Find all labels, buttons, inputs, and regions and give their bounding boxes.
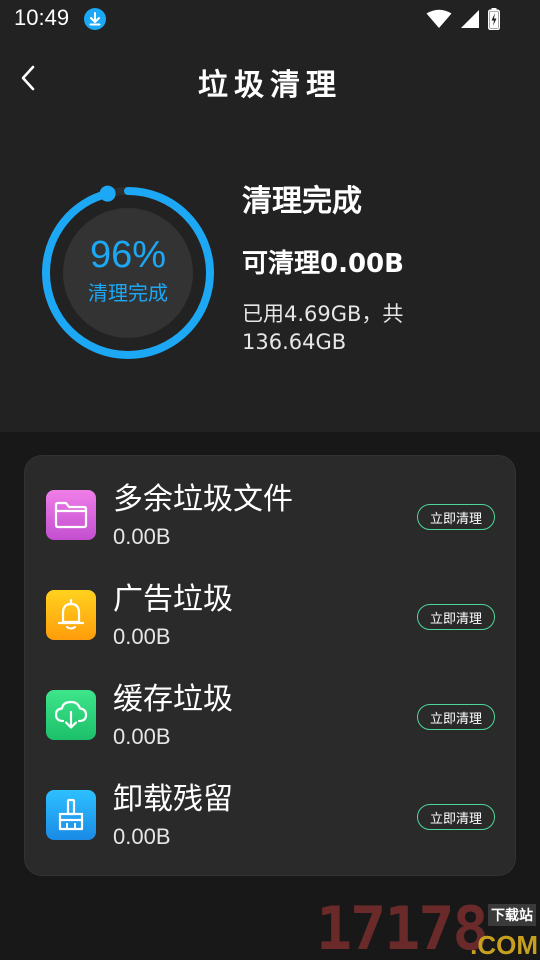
clean-now-button[interactable]: 立即清理 bbox=[417, 704, 495, 730]
item-size: 0.00B bbox=[113, 524, 171, 549]
list-item-uninstall-residue: 卸载残留 0.00B 立即清理 bbox=[25, 756, 517, 856]
ring-status-label: 清理完成 bbox=[88, 281, 168, 305]
ring-center-text: 96% 清理完成 bbox=[38, 183, 218, 363]
top-summary-area: 10:49 垃圾清理 96% 清理完成 清理完成 可清理0.00B 已用4.69… bbox=[0, 0, 540, 432]
bell-icon bbox=[46, 590, 96, 640]
item-title: 多余垃圾文件 bbox=[113, 482, 293, 517]
item-title: 广告垃圾 bbox=[113, 582, 233, 617]
status-time: 10:49 bbox=[14, 5, 70, 30]
item-size: 0.00B bbox=[113, 724, 171, 749]
summary-title: 清理完成 bbox=[242, 184, 362, 219]
clean-now-button[interactable]: 立即清理 bbox=[417, 604, 495, 630]
summary-storage-usage: 已用4.69GB，共136.64GB bbox=[242, 302, 404, 354]
item-title: 缓存垃圾 bbox=[113, 682, 233, 717]
broom-icon bbox=[46, 790, 96, 840]
list-item-redundant-files: 多余垃圾文件 0.00B 立即清理 bbox=[25, 456, 517, 556]
watermark-domain: .COM bbox=[470, 930, 538, 960]
summary-cleanable-size: 可清理0.00B bbox=[242, 249, 404, 279]
screen: 10:49 垃圾清理 96% 清理完成 清理完成 可清理0.00B 已用4.69… bbox=[0, 0, 540, 960]
cloud-download-icon bbox=[46, 690, 96, 740]
ring-percent-label: 96% bbox=[89, 234, 167, 276]
list-item-ad-junk: 广告垃圾 0.00B 立即清理 bbox=[25, 556, 517, 656]
item-title: 卸载残留 bbox=[113, 782, 233, 817]
cellular-signal-icon bbox=[461, 10, 479, 28]
watermark-tag: 下载站 bbox=[488, 904, 536, 926]
clean-progress-ring: 96% 清理完成 bbox=[38, 183, 218, 363]
watermark-digits: 17178 bbox=[316, 894, 489, 960]
junk-category-card: 多余垃圾文件 0.00B 立即清理 广告垃圾 0.00B 立即清理 缓存垃圾 0… bbox=[24, 455, 516, 876]
list-item-cache-junk: 缓存垃圾 0.00B 立即清理 bbox=[25, 656, 517, 756]
clean-now-button[interactable]: 立即清理 bbox=[417, 504, 495, 530]
item-size: 0.00B bbox=[113, 624, 171, 649]
folder-icon bbox=[46, 490, 96, 540]
item-size: 0.00B bbox=[113, 824, 171, 849]
download-notification-icon bbox=[84, 8, 106, 30]
site-watermark: 17178 下载站 .COM bbox=[316, 898, 540, 960]
status-bar: 10:49 bbox=[0, 0, 540, 38]
battery-charging-icon bbox=[488, 8, 500, 30]
status-icons bbox=[426, 7, 500, 31]
wifi-icon bbox=[426, 9, 452, 28]
clean-now-button[interactable]: 立即清理 bbox=[417, 804, 495, 830]
page-title: 垃圾清理 bbox=[198, 68, 342, 103]
app-header: 垃圾清理 bbox=[0, 46, 540, 112]
clean-summary: 清理完成 可清理0.00B 已用4.69GB，共136.64GB bbox=[242, 182, 522, 356]
